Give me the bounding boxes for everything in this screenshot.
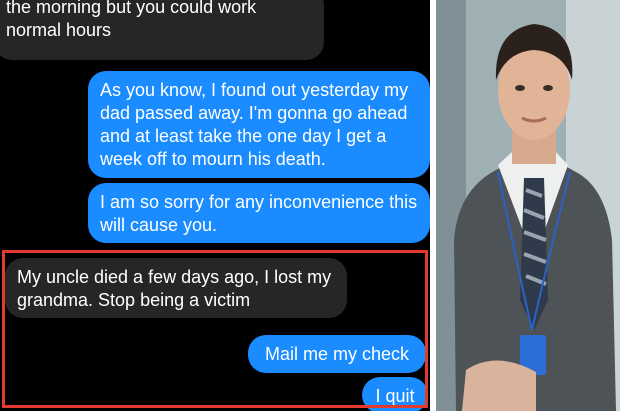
chat-screenshot: the morning but you could work normal ho… (0, 0, 430, 411)
message-bubble-sent: As you know, I found out yesterday my da… (88, 71, 430, 178)
highlight-box (2, 250, 428, 408)
man-in-suit-illustration (436, 0, 620, 411)
message-text: I am so sorry for any inconvenience this… (100, 192, 418, 235)
message-bubble-sent: I am so sorry for any inconvenience this… (88, 183, 430, 243)
message-text: the morning but you could work normal ho… (6, 0, 257, 40)
message-bubble-received: the morning but you could work normal ho… (0, 0, 324, 60)
message-text: As you know, I found out yesterday my da… (100, 80, 409, 169)
man-in-suit-photo (436, 0, 620, 411)
